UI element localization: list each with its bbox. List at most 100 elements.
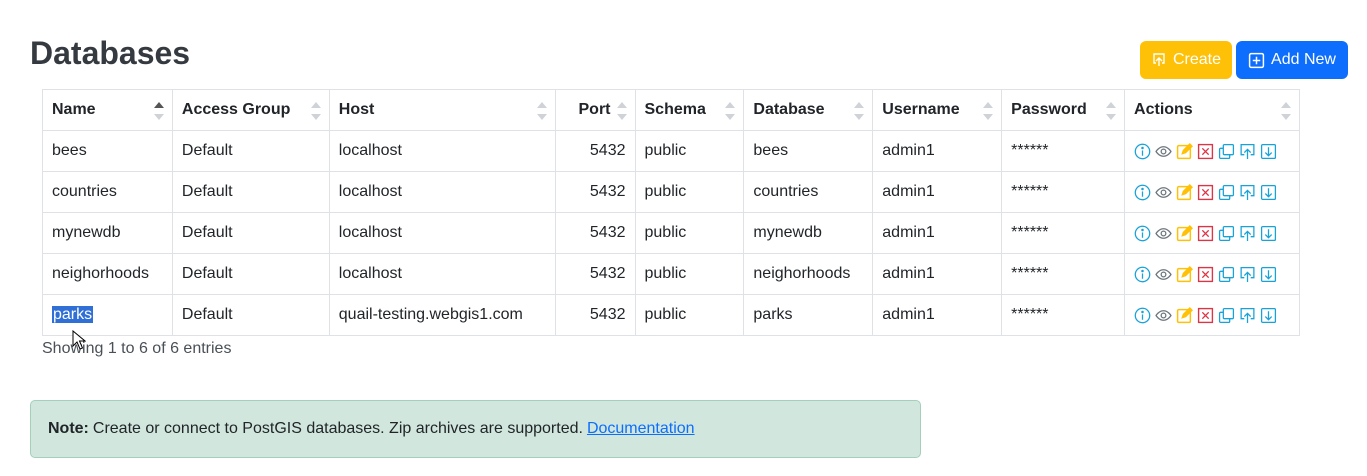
cell-access-group: Default	[171, 253, 330, 295]
cell-host-text: localhost	[338, 183, 402, 200]
edit-icon[interactable]	[1176, 142, 1194, 160]
table-row: countries Default localhost 5432 public count…	[42, 171, 1300, 213]
cell-host: localhost	[328, 171, 556, 213]
cell-username-text: admin1	[882, 183, 935, 200]
cell-database: parks	[743, 294, 874, 336]
row-actions	[1134, 183, 1290, 201]
cell-name-text: countries	[52, 183, 117, 200]
create-button[interactable]: Create	[1140, 41, 1232, 79]
cell-name: bees	[42, 130, 173, 172]
upload-icon[interactable]	[1239, 143, 1256, 160]
view-icon[interactable]	[1155, 225, 1172, 242]
column-header-database[interactable]: Database	[743, 89, 874, 131]
cell-access-group: Default	[171, 294, 330, 336]
download-icon[interactable]	[1260, 143, 1277, 160]
view-icon[interactable]	[1155, 266, 1172, 283]
page-title: Databases	[30, 35, 191, 71]
column-header-access-group[interactable]: Access Group	[171, 89, 330, 131]
cell-password-text: ******	[1011, 142, 1049, 159]
note-text: Create or connect to PostGIS databases. …	[92, 420, 583, 437]
upload-icon[interactable]	[1239, 184, 1256, 201]
cell-host-text: localhost	[338, 265, 402, 282]
delete-icon[interactable]	[1197, 184, 1214, 201]
upload-icon[interactable]	[1239, 266, 1256, 283]
column-header-name[interactable]: Name	[42, 89, 173, 131]
mouse-cursor-icon	[72, 330, 86, 350]
cell-schema: public	[634, 212, 745, 254]
cell-schema: public	[634, 253, 745, 295]
column-header-host[interactable]: Host	[328, 89, 556, 131]
cell-access-group: Default	[171, 171, 330, 213]
column-header-port[interactable]: Port	[554, 89, 636, 131]
download-icon[interactable]	[1260, 225, 1277, 242]
cell-database-text: parks	[753, 306, 793, 323]
copy-icon[interactable]	[1218, 307, 1235, 324]
view-icon[interactable]	[1155, 307, 1172, 324]
cell-password: ******	[1001, 130, 1126, 172]
delete-icon[interactable]	[1197, 143, 1214, 160]
view-icon[interactable]	[1155, 143, 1172, 160]
column-header-actions[interactable]: Actions	[1124, 89, 1300, 131]
info-icon[interactable]	[1134, 143, 1151, 160]
cell-schema: public	[634, 130, 745, 172]
cell-username: admin1	[872, 294, 1003, 336]
table-row: neighorhoods Default localhost 5432 public ne…	[42, 253, 1300, 295]
copy-icon[interactable]	[1218, 225, 1235, 242]
edit-icon[interactable]	[1176, 224, 1194, 242]
cell-access-group-text: Default	[181, 224, 233, 241]
cell-actions	[1124, 171, 1300, 213]
upload-icon[interactable]	[1239, 225, 1256, 242]
upload-icon[interactable]	[1239, 307, 1256, 324]
cell-schema-text: public	[644, 224, 687, 241]
copy-icon[interactable]	[1218, 143, 1235, 160]
copy-icon[interactable]	[1218, 184, 1235, 201]
copy-icon[interactable]	[1218, 266, 1235, 283]
add-new-button[interactable]: Add New	[1236, 41, 1348, 79]
cell-username: admin1	[872, 171, 1003, 213]
cell-schema: public	[634, 171, 745, 213]
cell-actions	[1124, 294, 1300, 336]
edit-icon[interactable]	[1176, 183, 1194, 201]
delete-icon[interactable]	[1197, 266, 1214, 283]
cell-access-group-text: Default	[181, 183, 233, 200]
edit-icon[interactable]	[1176, 306, 1194, 324]
cell-database-text: neighorhoods	[753, 265, 851, 282]
cell-username-text: admin1	[882, 306, 935, 323]
cell-password: ******	[1001, 294, 1126, 336]
column-header-password[interactable]: Password	[1001, 89, 1126, 131]
download-icon[interactable]	[1260, 266, 1277, 283]
cell-database: neighorhoods	[743, 253, 874, 295]
documentation-link[interactable]: Documentation	[587, 420, 695, 438]
cell-schema-text: public	[644, 142, 687, 159]
delete-icon[interactable]	[1197, 307, 1214, 324]
upload-icon	[1153, 53, 1165, 66]
cell-actions	[1124, 253, 1300, 295]
info-icon[interactable]	[1134, 184, 1151, 201]
info-icon[interactable]	[1134, 266, 1151, 283]
table-row: parks Default quail-testing.webgis1.com 543…	[42, 294, 1300, 336]
download-icon[interactable]	[1260, 307, 1277, 324]
download-icon[interactable]	[1260, 184, 1277, 201]
edit-icon[interactable]	[1176, 265, 1194, 283]
info-icon[interactable]	[1134, 307, 1151, 324]
cell-port: 5432	[554, 294, 636, 336]
cell-schema-text: public	[644, 183, 687, 200]
cell-name-text: bees	[52, 142, 87, 159]
cell-username: admin1	[872, 130, 1003, 172]
column-header-username[interactable]: Username	[872, 89, 1003, 131]
cell-database: countries	[743, 171, 874, 213]
info-icon[interactable]	[1134, 225, 1151, 242]
cell-access-group-text: Default	[181, 306, 233, 323]
column-header-label: Schema	[644, 101, 706, 118]
delete-icon[interactable]	[1197, 225, 1214, 242]
column-header-label: Host	[338, 101, 375, 118]
cell-username-text: admin1	[882, 265, 935, 282]
cell-port: 5432	[554, 212, 636, 254]
column-header-schema[interactable]: Schema	[634, 89, 745, 131]
table-header-row: Name Access Group Host Port Schema Datab…	[42, 89, 1300, 131]
note-label: Note:	[48, 420, 89, 437]
view-icon[interactable]	[1155, 184, 1172, 201]
sort-icon	[1106, 102, 1117, 120]
row-actions	[1134, 224, 1290, 242]
add-new-button-label: Add New	[1271, 51, 1336, 68]
